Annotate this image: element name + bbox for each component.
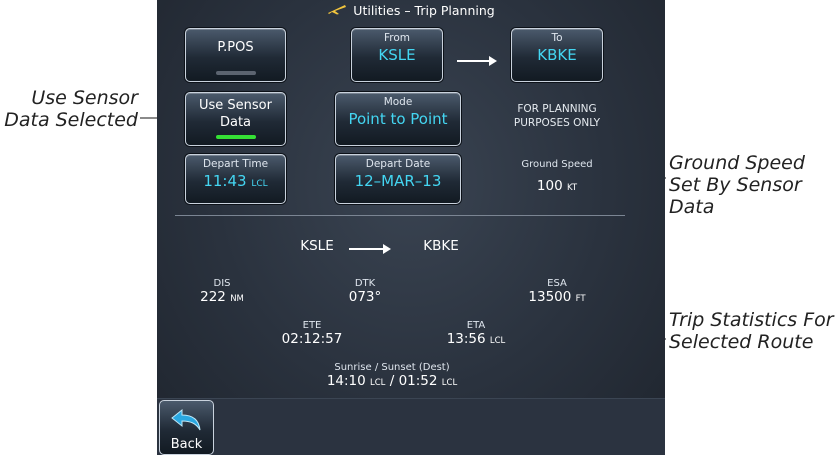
callout-gs-line2: Set By Sensor [669, 174, 802, 196]
sunrise-value: 14:10 [326, 373, 366, 389]
back-label: Back [170, 437, 203, 452]
depart-date-caption: Depart Date [365, 158, 431, 170]
stat-esa: ESA 13500 FT [502, 278, 612, 305]
use-sensor-data-button[interactable]: Use Sensor Data [185, 92, 286, 146]
esa-label: ESA [547, 278, 567, 289]
route-arrow-icon [457, 56, 497, 66]
mode-caption: Mode [383, 96, 413, 108]
stat-dis: DIS 222 NM [182, 278, 262, 305]
eta-value: 13:56 [446, 331, 486, 347]
eta-unit: LCL [489, 336, 506, 346]
sunrise-unit: LCL [370, 378, 386, 388]
callout-trip-line1: Trip Statistics For [669, 309, 834, 331]
stat-dtk: DTK 073° [320, 278, 410, 305]
dis-value: 222 [200, 289, 226, 305]
sensor-indicator [215, 135, 256, 139]
dtk-label: DTK [354, 278, 376, 289]
ppos-label: P.POS [217, 40, 254, 55]
planning-notice: FOR PLANNING PURPOSES ONLY [497, 102, 617, 130]
divider [175, 215, 625, 216]
notice-line2: PURPOSES ONLY [513, 117, 601, 129]
depart-date-button[interactable]: Depart Date 12–MAR–13 [335, 154, 461, 204]
notice-line1: FOR PLANNING [517, 103, 597, 115]
dtk-value: 073° [348, 289, 382, 305]
ppos-indicator [215, 71, 256, 75]
ground-speed-label: Ground Speed [521, 159, 593, 170]
sunset-value: 01:52 [398, 373, 438, 389]
eta-label: ETA [466, 320, 486, 331]
sensor-line1: Use Sensor [199, 98, 272, 113]
sun-label: Sunrise / Sunset (Dest) [334, 362, 450, 373]
back-button[interactable]: Back [159, 400, 214, 455]
bottom-bar [157, 398, 665, 455]
depart-time-value: 11:43 [203, 172, 247, 190]
depart-time-button[interactable]: Depart Time 11:43 LCL [185, 154, 286, 204]
ground-speed: Ground Speed 100 KT [497, 159, 617, 194]
page-title: Utilities – Trip Planning [157, 3, 665, 19]
stat-eta: ETA 13:56 LCL [421, 320, 531, 347]
sunset-unit: LCL [441, 378, 458, 388]
route-to: KBKE [423, 238, 459, 254]
route-summary-arrow-icon [349, 244, 391, 254]
to-button[interactable]: To KBKE [511, 28, 603, 82]
back-arrow-icon [170, 407, 204, 437]
from-button[interactable]: From KSLE [351, 28, 443, 82]
depart-time-caption: Depart Time [202, 158, 269, 170]
airplane-icon [327, 3, 347, 19]
depart-time-unit: LCL [251, 179, 268, 189]
mode-button[interactable]: Mode Point to Point [335, 92, 461, 146]
stat-ete: ETE 02:12:57 [257, 320, 367, 347]
trip-planning-screen: Utilities – Trip Planning P.POS From KSL… [157, 0, 665, 455]
esa-unit: FT [575, 294, 586, 304]
mode-value: Point to Point [348, 110, 448, 128]
to-caption: To [551, 32, 563, 44]
callout-gs-line1: Ground Speed [669, 152, 805, 174]
callout-use-sensor-line1: Use Sensor [31, 87, 138, 109]
route-from: KSLE [300, 238, 334, 254]
ground-speed-value: 100 [536, 178, 563, 194]
esa-value: 13500 [528, 289, 572, 305]
dis-unit: NM [230, 294, 244, 304]
sensor-line2: Data [219, 115, 252, 130]
from-caption: From [383, 32, 410, 44]
page-title-text: Utilities – Trip Planning [353, 3, 495, 18]
from-value: KSLE [378, 46, 416, 64]
stat-sunrise-sunset: Sunrise / Sunset (Dest) 14:10 LCL / 01:5… [267, 362, 517, 389]
callout-use-sensor: Use Sensor Data Selected [4, 87, 138, 131]
callout-gs-line3: Data [669, 196, 715, 218]
callout-ground-speed: Ground Speed Set By Sensor Data [669, 152, 805, 218]
sun-separator: / [389, 373, 395, 389]
depart-date-value: 12–MAR–13 [354, 172, 442, 190]
ete-label: ETE [302, 320, 322, 331]
ground-speed-unit: KT [566, 183, 578, 193]
callout-trip-line2: Selected Route [669, 331, 814, 353]
ete-value: 02:12:57 [281, 331, 343, 347]
callout-trip-stats: Trip Statistics For Selected Route [669, 309, 834, 353]
dis-label: DIS [213, 278, 231, 289]
ppos-button[interactable]: P.POS [185, 28, 286, 82]
callout-use-sensor-line2: Data Selected [4, 109, 138, 131]
to-value: KBKE [537, 46, 577, 64]
